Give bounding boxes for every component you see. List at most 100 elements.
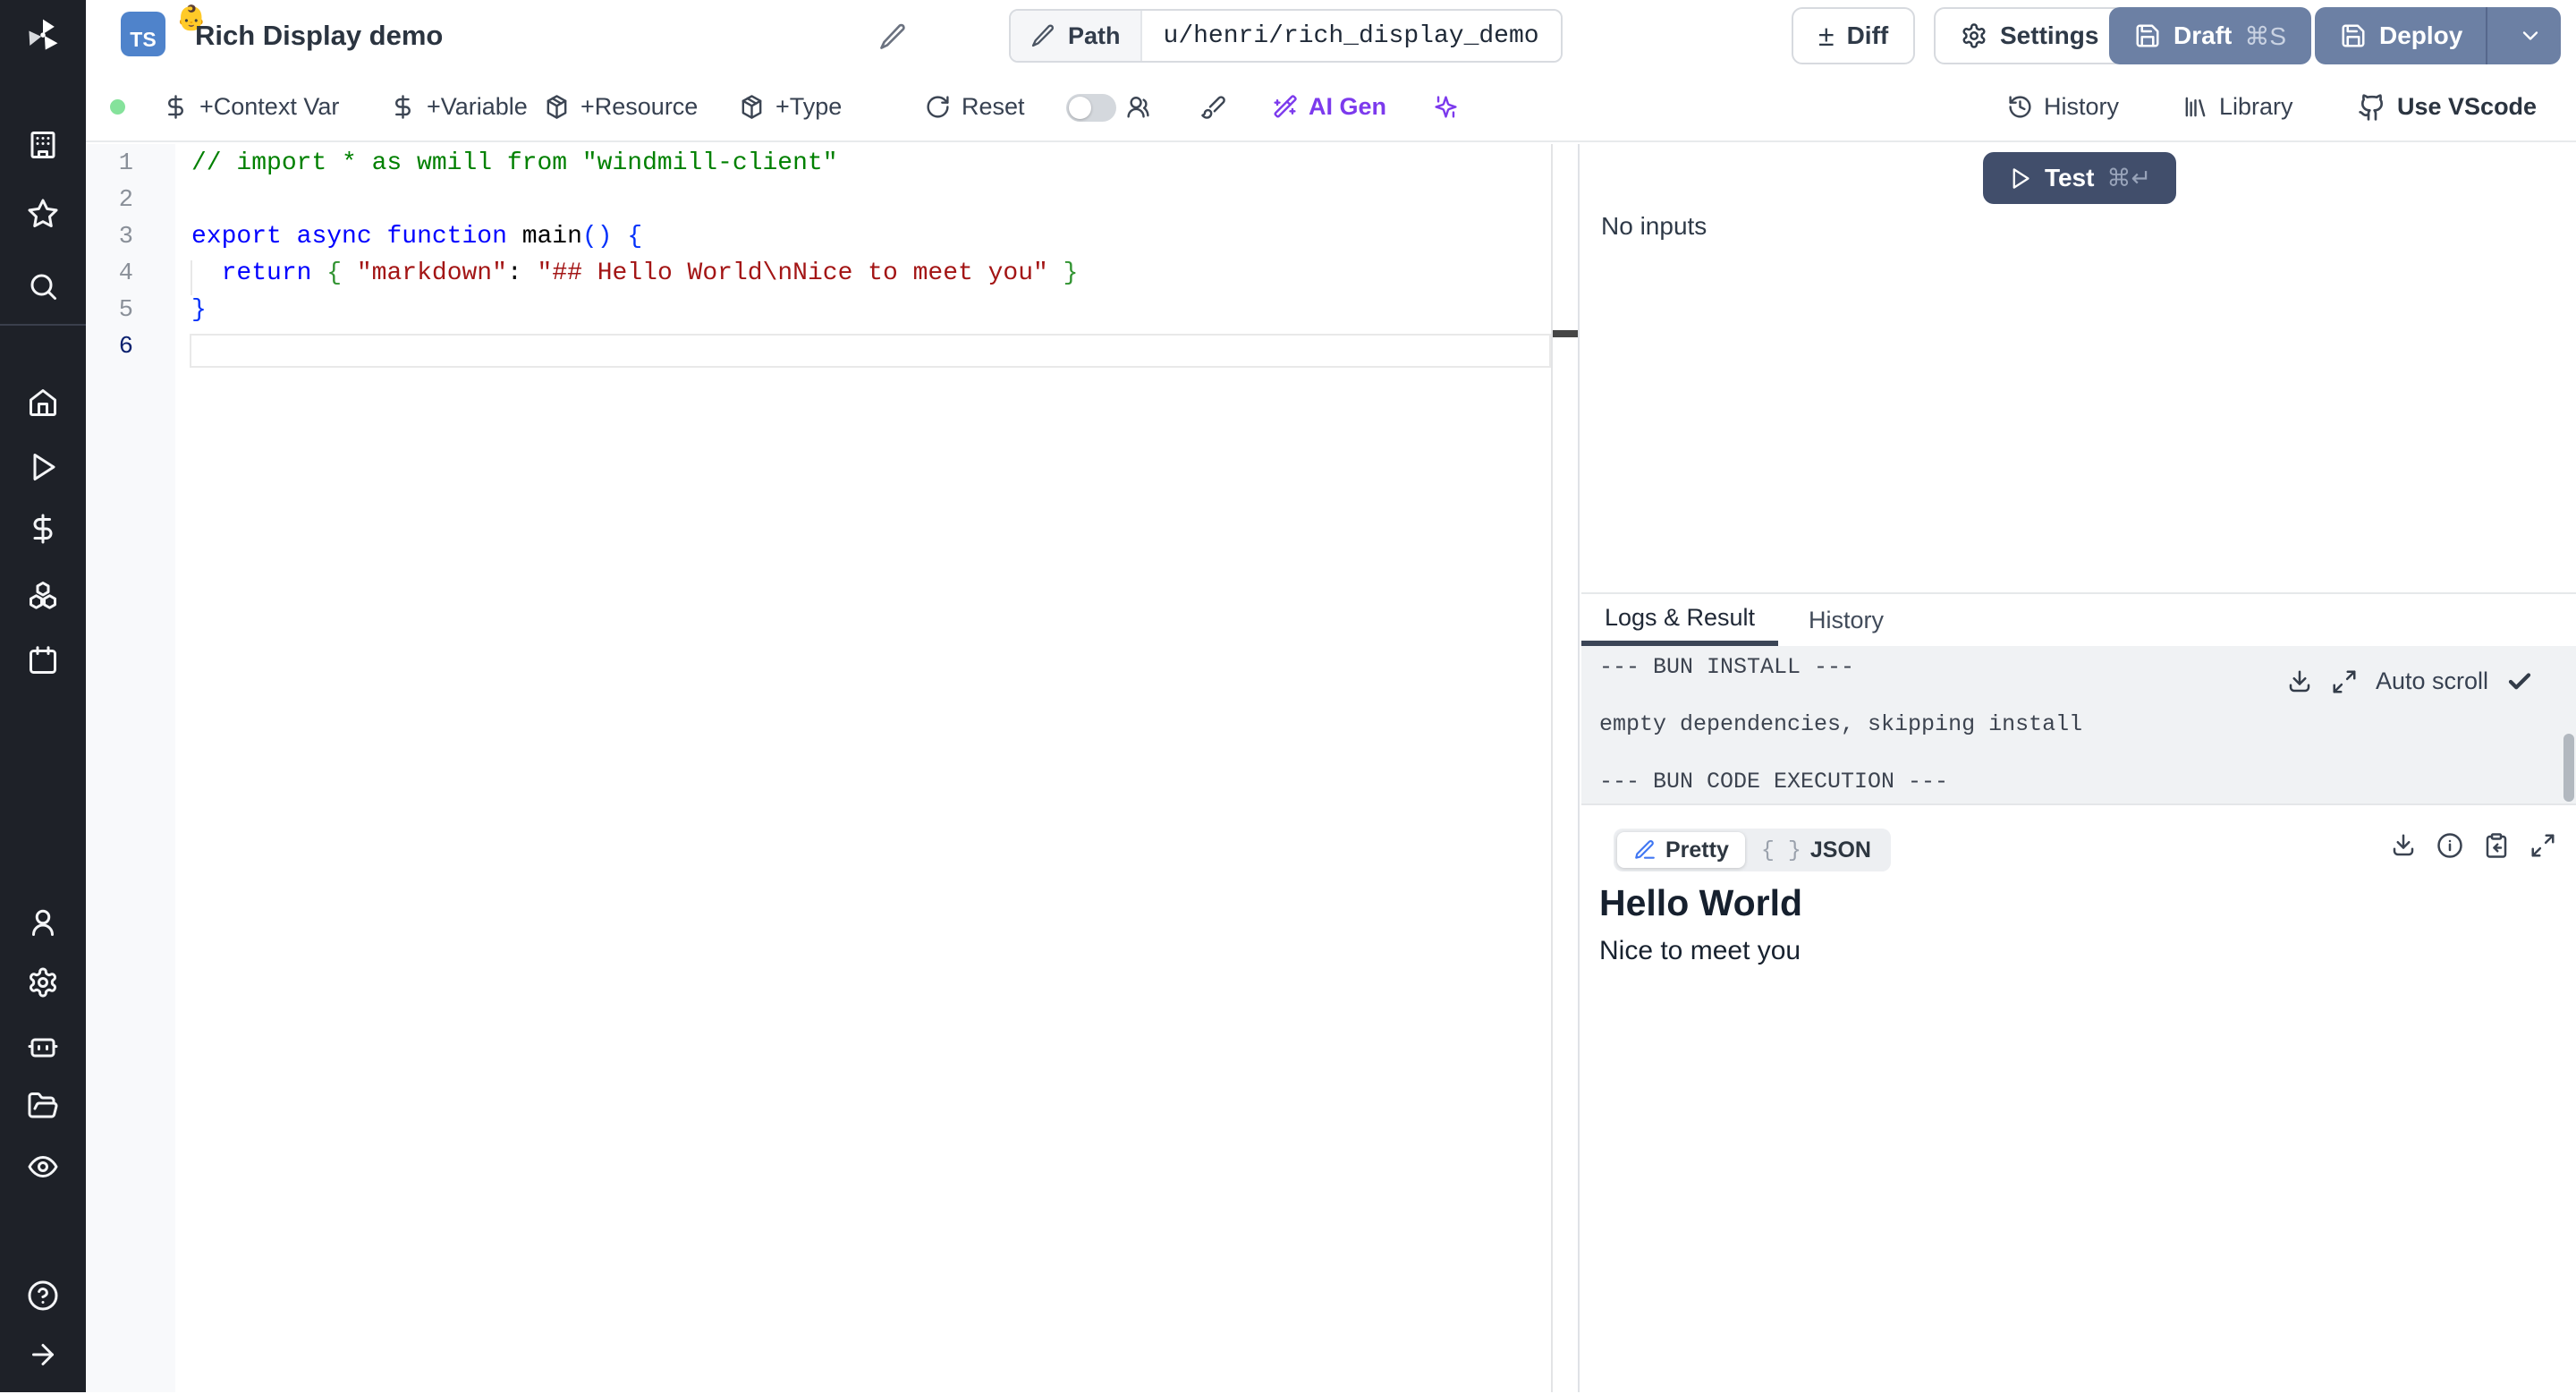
- code-lines: 1// import * as wmill from "windmill-cli…: [86, 145, 1578, 365]
- add-type-button[interactable]: +Type: [739, 73, 842, 140]
- result-heading: Hello World: [1599, 882, 1803, 923]
- info-icon[interactable]: [2436, 832, 2463, 859]
- toggle-knob: [1069, 97, 1091, 119]
- resources-icon[interactable]: [27, 579, 59, 611]
- save-icon: [2340, 22, 2367, 49]
- log-text: --- BUN INSTALL --- empty dependencies, …: [1599, 654, 2083, 795]
- auto-scroll-label: Auto scroll: [2375, 667, 2488, 694]
- users-button[interactable]: [1125, 73, 1151, 140]
- path-field[interactable]: Path u/henri/rich_display_demo: [1009, 9, 1563, 63]
- panel-tabs: Logs & Result History: [1581, 594, 1914, 646]
- line-number: 1: [118, 149, 133, 177]
- schedules-icon[interactable]: [27, 644, 59, 676]
- user-icon[interactable]: [27, 906, 59, 939]
- inputs-panel: Test ⌘↵ No inputs: [1581, 144, 2576, 592]
- diff-button[interactable]: ± Diff: [1792, 7, 1916, 64]
- use-vscode-button[interactable]: Use VScode: [2358, 73, 2537, 140]
- download-result-icon[interactable]: [2390, 832, 2417, 859]
- reset-rotate-icon: [925, 94, 951, 120]
- expand-logs-icon[interactable]: [2331, 668, 2358, 695]
- settings-gear-icon[interactable]: [27, 966, 59, 999]
- variables-icon[interactable]: [27, 513, 59, 545]
- sidebar-divider: [0, 324, 86, 326]
- history-button[interactable]: History: [2007, 73, 2119, 140]
- favorites-icon[interactable]: [27, 198, 59, 230]
- diff-button-label: Diff: [1846, 21, 1889, 49]
- braces-icon: { }: [1760, 837, 1801, 863]
- language-badge: TS 👶: [121, 4, 207, 56]
- history-label: History: [2044, 93, 2120, 120]
- expand-result-icon[interactable]: [2529, 832, 2556, 859]
- plus-minus-icon: ±: [1818, 19, 1835, 52]
- users-icon: [1125, 94, 1151, 120]
- workspace-icon[interactable]: [27, 129, 59, 161]
- status-dot: [110, 99, 125, 115]
- test-shortcut: ⌘↵: [2106, 164, 2152, 192]
- edit-title-pencil-icon[interactable]: [878, 22, 907, 51]
- tab-logs-result[interactable]: Logs & Result: [1581, 594, 1778, 646]
- pretty-view-button[interactable]: Pretty: [1617, 832, 1745, 868]
- no-inputs-text: No inputs: [1601, 212, 1707, 240]
- settings-button-label: Settings: [2000, 21, 2099, 49]
- deploy-button[interactable]: Deploy: [2315, 7, 2562, 64]
- code-editor[interactable]: 1// import * as wmill from "windmill-cli…: [86, 144, 1580, 1392]
- library-icon: [2182, 94, 2208, 120]
- runs-icon[interactable]: [27, 451, 59, 483]
- result-panel: Pretty { } JSON Hello World Nice to meet…: [1581, 803, 2576, 1394]
- workers-bot-icon[interactable]: [27, 1029, 59, 1061]
- deploy-button-label: Deploy: [2379, 21, 2463, 49]
- wand-sparkles-icon: [1272, 94, 1298, 120]
- pen-icon: [1633, 838, 1657, 862]
- library-button[interactable]: Library: [2182, 73, 2293, 140]
- add-context-var-button[interactable]: +Context Var: [163, 73, 339, 140]
- test-button[interactable]: Test ⌘↵: [1983, 152, 2176, 204]
- app-sidebar: [0, 0, 86, 1392]
- draft-shortcut: ⌘S: [2244, 21, 2287, 50]
- ai-sparkles-button[interactable]: [1433, 73, 1459, 140]
- save-icon: [2134, 22, 2161, 49]
- page-title: Rich Display demo: [195, 20, 444, 51]
- path-value[interactable]: u/henri/rich_display_demo: [1141, 11, 1561, 61]
- code-line: 5}: [86, 292, 1578, 328]
- help-icon[interactable]: [27, 1279, 59, 1312]
- ai-gen-label: AI Gen: [1309, 93, 1387, 120]
- code-line: 6: [86, 328, 1578, 365]
- search-icon[interactable]: [27, 270, 59, 302]
- log-controls: Auto scroll: [2286, 667, 2533, 695]
- log-output[interactable]: --- BUN INSTALL --- empty dependencies, …: [1581, 646, 2576, 803]
- line-number: 3: [118, 223, 133, 251]
- assistant-toggle[interactable]: [1066, 94, 1116, 122]
- auto-scroll-checkbox[interactable]: [2506, 668, 2533, 695]
- add-resource-button[interactable]: +Resource: [544, 73, 698, 140]
- folders-icon[interactable]: [27, 1090, 59, 1122]
- deploy-dropdown-button[interactable]: [2500, 7, 2561, 64]
- dollar-icon: [163, 94, 189, 120]
- package-icon: [544, 94, 570, 120]
- code-line: 2: [86, 182, 1578, 218]
- history-clock-icon: [2007, 94, 2033, 120]
- add-context-var-label: +Context Var: [199, 93, 340, 120]
- expand-sidebar-icon[interactable]: [27, 1339, 59, 1371]
- path-field-prefix: Path: [1011, 11, 1142, 61]
- reset-button[interactable]: Reset: [925, 73, 1025, 140]
- format-button[interactable]: [1200, 73, 1226, 140]
- play-icon: [2008, 166, 2032, 191]
- code-line: 1// import * as wmill from "windmill-cli…: [86, 145, 1578, 182]
- line-number: 5: [118, 296, 133, 324]
- ai-gen-button[interactable]: AI Gen: [1272, 73, 1386, 140]
- windmill-logo-icon[interactable]: [23, 16, 63, 55]
- log-scrollbar-thumb[interactable]: [2563, 734, 2574, 802]
- audit-eye-icon[interactable]: [27, 1151, 59, 1183]
- add-variable-label: +Variable: [427, 93, 528, 120]
- home-icon[interactable]: [27, 387, 59, 419]
- tab-history[interactable]: History: [1778, 594, 1914, 646]
- settings-button[interactable]: Settings: [1934, 7, 2126, 64]
- code-line: 3 export async function main() {: [86, 218, 1578, 255]
- library-label: Library: [2219, 93, 2293, 120]
- download-logs-icon[interactable]: [2286, 668, 2313, 695]
- json-view-button[interactable]: { } JSON: [1745, 832, 1887, 868]
- add-variable-button[interactable]: +Variable: [390, 73, 528, 140]
- draft-button[interactable]: Draft ⌘S: [2109, 7, 2312, 64]
- line-number: 6: [118, 333, 133, 361]
- copy-clipboard-icon[interactable]: [2483, 832, 2510, 859]
